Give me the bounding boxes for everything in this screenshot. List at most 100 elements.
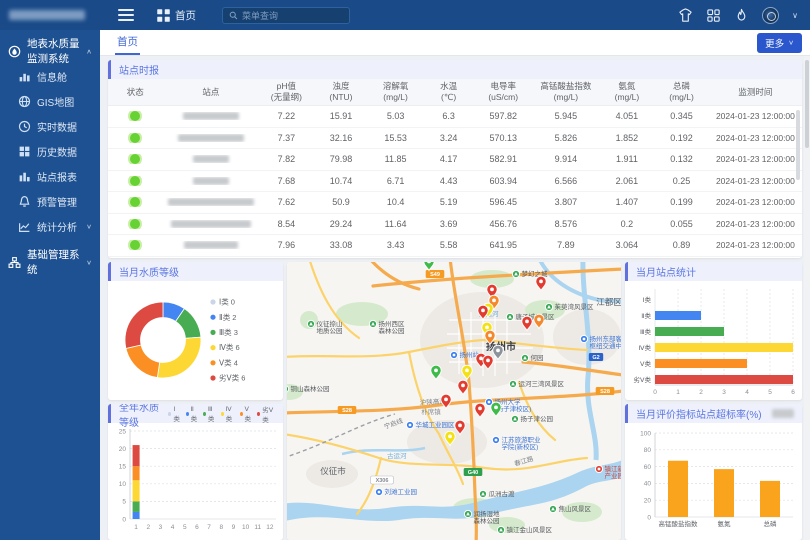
column-header: 状态: [108, 87, 163, 98]
value-cell: 3.69: [423, 219, 474, 229]
sidebar-item-label: 统计分析: [37, 219, 77, 234]
value-cell: 641.95: [474, 240, 532, 250]
station-name-redacted: [184, 241, 238, 249]
city-map[interactable]: 沪陕高速宁启线春江路 大运河古运河 S49S28S28G40G2X306 扬州市…: [287, 262, 621, 540]
station-name-cell: [163, 112, 259, 120]
exceedance-bar-chart: 020406080100高锰酸盐指数氨氮总磷: [625, 423, 802, 540]
value-cell: 596.45: [474, 197, 532, 207]
value-cell: 2024-01-23 12:00:00: [709, 133, 802, 143]
sidebar-item-dashboard[interactable]: 信息舱: [0, 64, 100, 89]
layout-dashboard-icon[interactable]: [706, 8, 721, 23]
page-scrollbar[interactable]: [804, 56, 810, 540]
svg-text:Ⅳ类 6: Ⅳ类 6: [219, 342, 240, 352]
value-cell: 0.89: [654, 240, 709, 250]
tab-home[interactable]: 首页: [115, 30, 140, 55]
monthly-quality-panel: 当月水质等级 Ⅰ类 0Ⅱ类 2Ⅲ类 3Ⅳ类 6Ⅴ类 4劣Ⅴ类 6: [108, 262, 283, 400]
value-cell: 2024-01-23 12:00:00: [709, 176, 802, 186]
sidebar-item-clock[interactable]: 实时数据: [0, 114, 100, 139]
svg-text:20: 20: [644, 498, 652, 505]
status-online-dot: [130, 240, 140, 250]
sidebar-group-base-system[interactable]: 基础管理系统 ∨: [0, 249, 100, 275]
svg-text:0: 0: [647, 514, 651, 521]
search-input[interactable]: 菜单查询: [222, 7, 350, 24]
value-cell: 6.3: [423, 111, 474, 121]
column-header: 高锰酸盐指数(mg/L): [532, 81, 599, 103]
value-cell: 7.37: [259, 133, 314, 143]
topbar-home-nav[interactable]: 首页: [156, 8, 196, 23]
column-header: 监测时间: [709, 87, 802, 98]
sidebar-item-globe[interactable]: GIS地图: [0, 89, 100, 114]
column-header: 氨氮(mg/L): [600, 81, 655, 103]
svg-text:江都区: 江都区: [596, 297, 621, 307]
stats-icon: [18, 220, 31, 233]
svg-text:3: 3: [159, 524, 163, 531]
value-cell: 2024-01-23 12:00:00: [709, 219, 802, 229]
value-cell: 570.13: [474, 133, 532, 143]
svg-text:扬州西区森林公园: 扬州西区森林公园: [379, 319, 406, 335]
value-cell: 3.064: [600, 240, 655, 250]
svg-text:Ⅱ类 2: Ⅱ类 2: [219, 312, 236, 322]
panel-title-exceedance-rate: 当月评价指标站点超标率(%): [625, 404, 802, 423]
svg-text:S49: S49: [430, 272, 440, 278]
column-header: 溶解氧(mg/L): [368, 81, 423, 103]
svg-text:60: 60: [644, 464, 652, 471]
dashboard-icon: [18, 70, 31, 83]
sidebar-group-water-system[interactable]: 地表水质量监测系统 ∧: [0, 38, 100, 64]
sidebar-item-report[interactable]: 站点报表: [0, 164, 100, 189]
sidebar-item-stats[interactable]: 统计分析∨: [0, 214, 100, 239]
clock-icon: [18, 120, 31, 133]
theme-skin-icon[interactable]: [678, 8, 693, 23]
tab-bar: 首页 更多 ∨: [100, 30, 810, 56]
table-row: 7.8279.9811.854.17582.919.9141.9110.1322…: [108, 149, 802, 171]
sidebar-item-history[interactable]: 历史数据: [0, 139, 100, 164]
svg-text:Ⅰ类 0: Ⅰ类 0: [219, 297, 235, 307]
svg-text:Ⅲ类: Ⅲ类: [640, 327, 651, 336]
panel-title-monthly-quality: 当月水质等级: [108, 262, 283, 281]
value-cell: 29.24: [314, 219, 369, 229]
value-cell: 2024-01-23 12:00:00: [709, 240, 802, 250]
clock-icon: [18, 120, 31, 133]
value-cell: 33.08: [314, 240, 369, 250]
status-cell: [108, 240, 163, 250]
more-button-label: 更多: [765, 36, 784, 50]
alarm-icon: [18, 195, 31, 208]
value-cell: 2024-01-23 12:00:00: [709, 154, 802, 164]
value-cell: 5.19: [423, 197, 474, 207]
sidebar-item-alarm[interactable]: 预警管理: [0, 189, 100, 214]
user-menu-chevron-icon[interactable]: ∨: [792, 11, 798, 20]
value-cell: 4.43: [423, 176, 474, 186]
app-logo: [0, 0, 100, 30]
station-name-cell: [163, 241, 259, 249]
alarm-icon: [18, 195, 31, 208]
user-avatar[interactable]: [762, 7, 779, 24]
svg-text:瓜洲古渡: 瓜洲古渡: [489, 489, 516, 498]
svg-text:刘滩工业园: 刘滩工业园: [385, 487, 418, 496]
status-cell: [108, 176, 163, 186]
flame-icon[interactable]: [734, 8, 749, 23]
hamburger-menu-icon[interactable]: [118, 6, 134, 24]
station-stats-bar-chart: 0123456Ⅰ类Ⅱ类Ⅲ类Ⅳ类Ⅴ类劣Ⅴ类: [625, 281, 802, 400]
column-header: 水温(℃): [423, 81, 474, 103]
map-panel[interactable]: 沪陕高速宁启线春江路 大运河古运河 S49S28S28G40G2X306 扬州市…: [287, 262, 621, 540]
svg-text:古运河: 古运河: [387, 451, 407, 460]
svg-text:仪征捺山地质公园: 仪征捺山地质公园: [317, 319, 343, 335]
dashboard-icon: [18, 70, 31, 83]
svg-text:劣Ⅴ类 6: 劣Ⅴ类 6: [219, 373, 245, 383]
table-scrollbar[interactable]: [796, 110, 800, 180]
svg-text:40: 40: [644, 481, 652, 488]
station-name-cell: [163, 220, 259, 228]
svg-text:2: 2: [146, 524, 150, 531]
value-cell: 10.4: [368, 197, 423, 207]
base-system-icon: [8, 256, 21, 269]
svg-text:何园: 何园: [531, 353, 544, 362]
dashboard-content: 站点时报 状态站点pH值(无量纲)浊度(NTU)溶解氧(mg/L)水温(℃)电导…: [100, 56, 810, 540]
panel-title-station-report: 站点时报: [108, 60, 802, 79]
home-nav-label: 首页: [175, 8, 196, 23]
more-button[interactable]: 更多 ∨: [757, 33, 802, 53]
value-cell: 5.826: [532, 133, 599, 143]
status-online-dot: [130, 219, 140, 229]
sidebar-item-label: GIS地图: [37, 94, 74, 109]
value-cell: 4.051: [600, 111, 655, 121]
value-cell: 2024-01-23 12:00:00: [709, 197, 802, 207]
svg-text:扬州东部客运枢纽交通中心: 扬州东部客运枢纽交通中心: [590, 334, 622, 350]
